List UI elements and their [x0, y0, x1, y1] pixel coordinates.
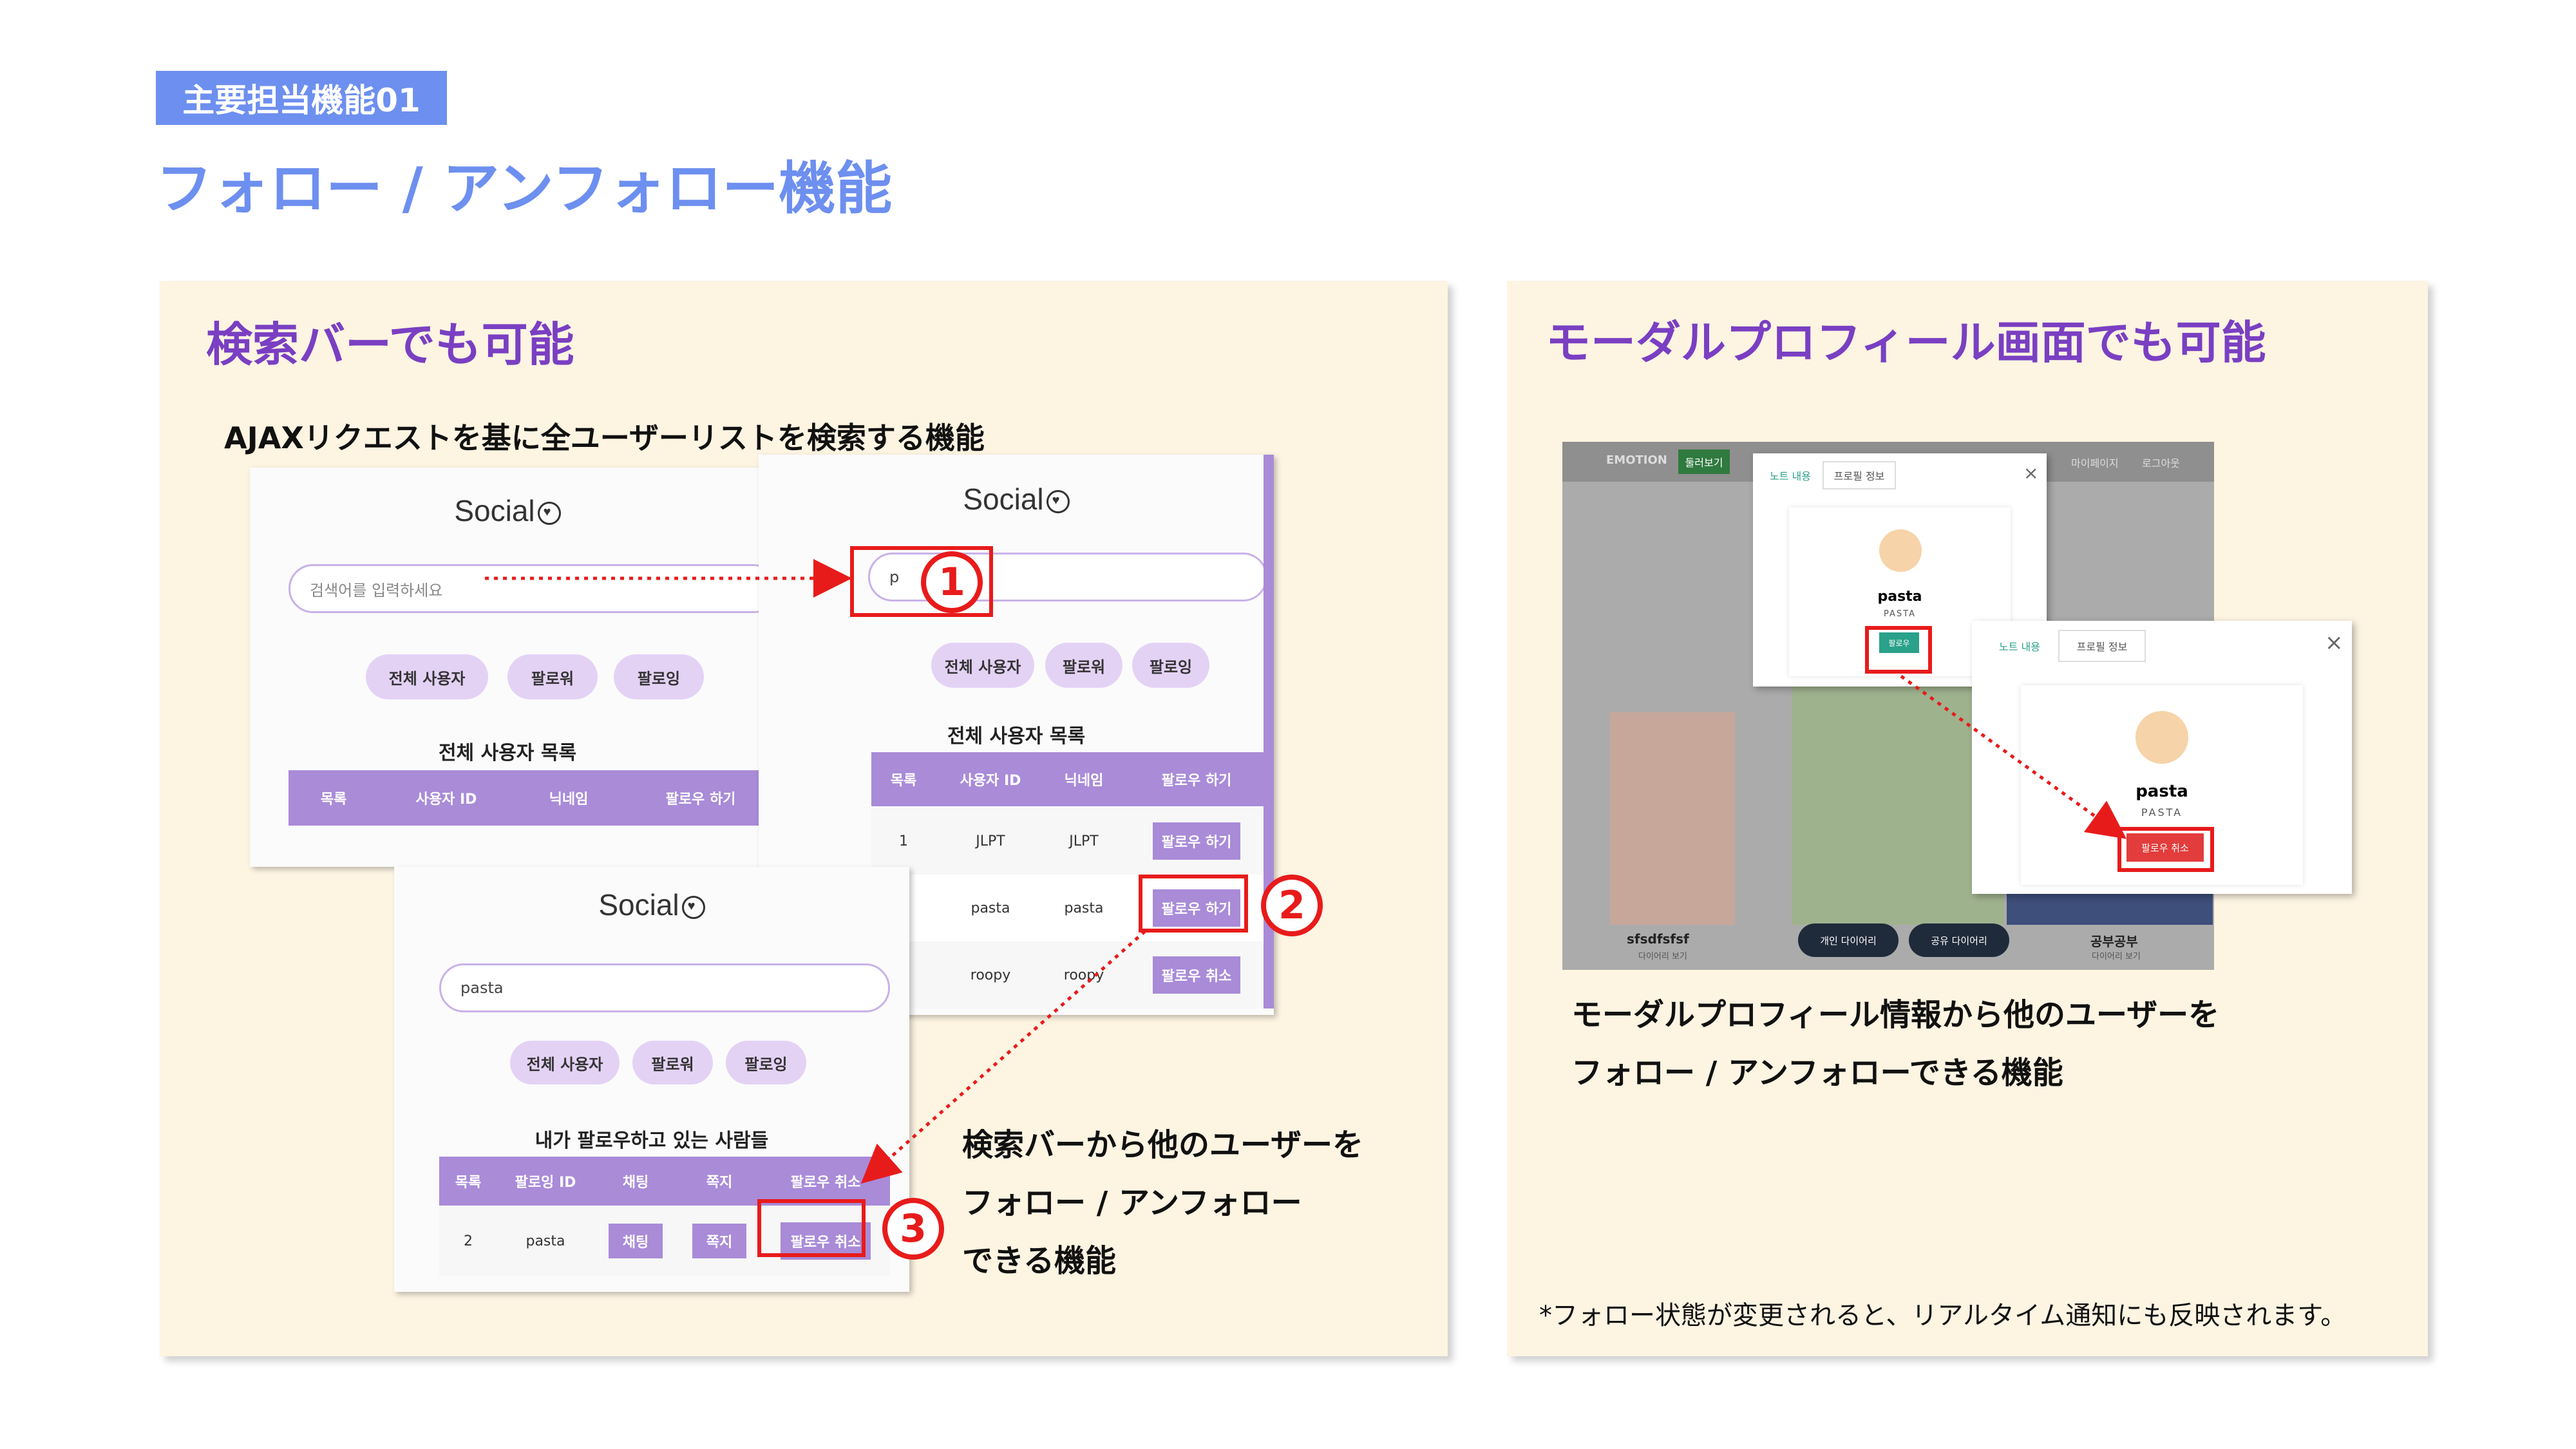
left-panel: 検索バーでも可能 AJAXリクエストを基に全ユーザーリストを検索する機能 Soc… — [160, 281, 1448, 1356]
left-caption-line-1: 検索バーから他のユーザーを — [962, 1127, 1364, 1163]
page-title: フォロー / アンフォロー機能 — [156, 155, 893, 222]
footnote: *フォロー状態が変更されると、リアルタイム通知にも反映されます。 — [1539, 1301, 2347, 1331]
right-caption-line-1: モーダルプロフィール情報から他のユーザーを — [1571, 997, 2220, 1033]
right-caption-line-2: フォロー / アンフォローできる機能 — [1571, 1055, 2063, 1091]
flow-arrow — [1900, 674, 2127, 839]
left-caption-line-2: フォロー / アンフォロー — [962, 1185, 1302, 1221]
left-caption-line-3: できる機能 — [962, 1243, 1117, 1279]
right-panel: モーダルプロフィール画面でも可能 EMOTION 둘러보기 마이페이지 로그아웃… — [1507, 281, 2428, 1356]
section-tag: 主要担当機能01 — [156, 71, 447, 125]
